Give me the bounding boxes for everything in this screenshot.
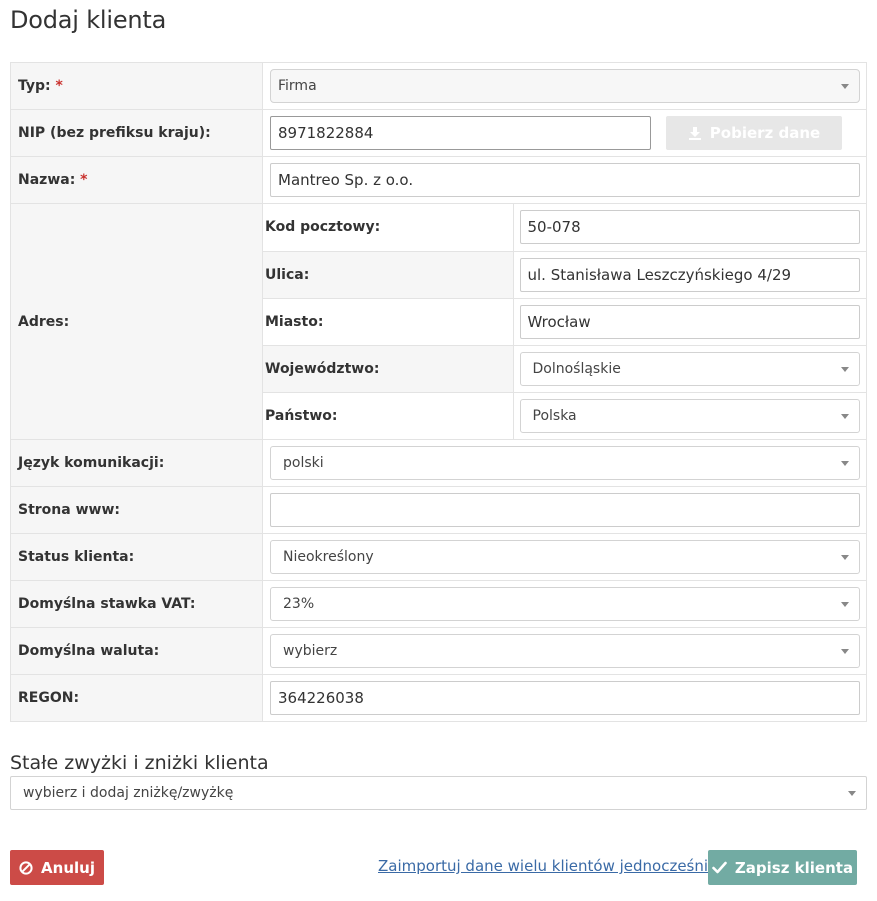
city-label: Miasto:	[263, 297, 513, 345]
regon-input[interactable]: 364226038	[270, 681, 860, 715]
caret-down-icon	[841, 461, 849, 466]
row-currency: Domyślna waluta: wybierz	[10, 627, 867, 675]
caret-down-icon	[841, 413, 849, 419]
row-type: Typ: * Firma	[10, 62, 867, 110]
import-clients-link[interactable]: Zaimportuj dane wielu klientów jednocześ…	[378, 857, 717, 875]
address-label: Adres:	[10, 203, 263, 440]
language-label: Język komunikacji:	[10, 439, 263, 487]
currency-select[interactable]: wybierz	[270, 634, 860, 668]
page-title: Dodaj klienta	[10, 6, 167, 34]
caret-down-icon	[841, 555, 849, 560]
regon-label: REGON:	[10, 674, 263, 722]
caret-down-icon	[848, 791, 856, 796]
type-select[interactable]: Firma	[270, 69, 860, 103]
type-label: Typ: *	[10, 62, 263, 110]
status-select-value: Nieokreślony	[283, 549, 374, 565]
province-select-value: Dolnośląskie	[532, 360, 621, 377]
row-name: Nazwa: * Mantreo Sp. z o.o.	[10, 156, 867, 204]
street-label: Ulica:	[263, 250, 513, 298]
row-language: Język komunikacji: polski	[10, 439, 867, 487]
type-select-value: Firma	[278, 78, 317, 94]
row-status: Status klienta: Nieokreślony	[10, 533, 867, 581]
status-label: Status klienta:	[10, 533, 263, 581]
nip-input[interactable]: 8971822884	[270, 116, 651, 150]
street-input[interactable]: ul. Stanisława Leszczyńskiego 4/29	[519, 257, 860, 292]
row-address: Adres: Kod pocztowy: 50-078 Ulica: ul. S…	[10, 203, 867, 440]
language-select-value: polski	[283, 455, 324, 471]
currency-select-value: wybierz	[283, 643, 338, 659]
country-label: Państwo:	[263, 391, 513, 439]
cancel-button[interactable]: Anuluj	[10, 850, 104, 885]
website-label: Strona www:	[10, 486, 263, 534]
caret-down-icon	[841, 649, 849, 654]
address-subtable: Kod pocztowy: 50-078 Ulica: ul. Stanisła…	[263, 204, 866, 439]
fetch-data-button[interactable]: Pobierz dane	[666, 116, 842, 150]
province-label: Województwo:	[263, 344, 513, 392]
ban-icon	[19, 860, 33, 875]
caret-down-icon	[841, 602, 849, 607]
language-select[interactable]: polski	[270, 446, 860, 480]
caret-down-icon	[841, 366, 849, 372]
row-regon: REGON: 364226038	[10, 674, 867, 722]
download-icon	[688, 126, 702, 140]
province-select[interactable]: Dolnośląskie	[519, 351, 860, 386]
row-website: Strona www:	[10, 486, 867, 534]
vat-select-value: 23%	[283, 596, 315, 612]
row-nip: NIP (bez prefiksu kraju): 8971822884 Pob…	[10, 109, 867, 157]
check-icon	[712, 861, 727, 874]
vat-label: Domyślna stawka VAT:	[10, 580, 263, 628]
website-input[interactable]	[270, 493, 860, 527]
save-client-button[interactable]: Zapisz klienta	[708, 850, 857, 885]
row-vat: Domyślna stawka VAT: 23%	[10, 580, 867, 628]
nip-label: NIP (bez prefiksu kraju):	[10, 109, 263, 157]
vat-select[interactable]: 23%	[270, 587, 860, 621]
status-select[interactable]: Nieokreślony	[270, 540, 860, 574]
postal-code-input[interactable]: 50-078	[519, 210, 860, 245]
currency-label: Domyślna waluta:	[10, 627, 263, 675]
city-input[interactable]: Wrocław	[519, 304, 860, 339]
client-form: Typ: * Firma NIP (bez prefiksu kraju): 8…	[10, 62, 867, 722]
cancel-label: Anuluj	[41, 858, 95, 877]
name-label: Nazwa: *	[10, 156, 263, 204]
postal-code-label: Kod pocztowy:	[265, 219, 381, 236]
save-label: Zapisz klienta	[734, 858, 854, 877]
discounts-title: Stałe zwyżki i zniżki klienta	[10, 752, 269, 774]
discount-select-value: wybierz i dodaj zniżkę/zwyżkę	[23, 785, 234, 801]
country-select-value: Polska	[532, 407, 577, 424]
required-mark: *	[80, 172, 88, 188]
country-select[interactable]: Polska	[519, 398, 860, 433]
caret-down-icon	[841, 84, 849, 89]
required-mark: *	[55, 78, 63, 94]
discount-select[interactable]: wybierz i dodaj zniżkę/zwyżkę	[10, 776, 867, 810]
fetch-data-label: Pobierz dane	[709, 124, 821, 142]
name-input[interactable]: Mantreo Sp. z o.o.	[270, 163, 860, 197]
